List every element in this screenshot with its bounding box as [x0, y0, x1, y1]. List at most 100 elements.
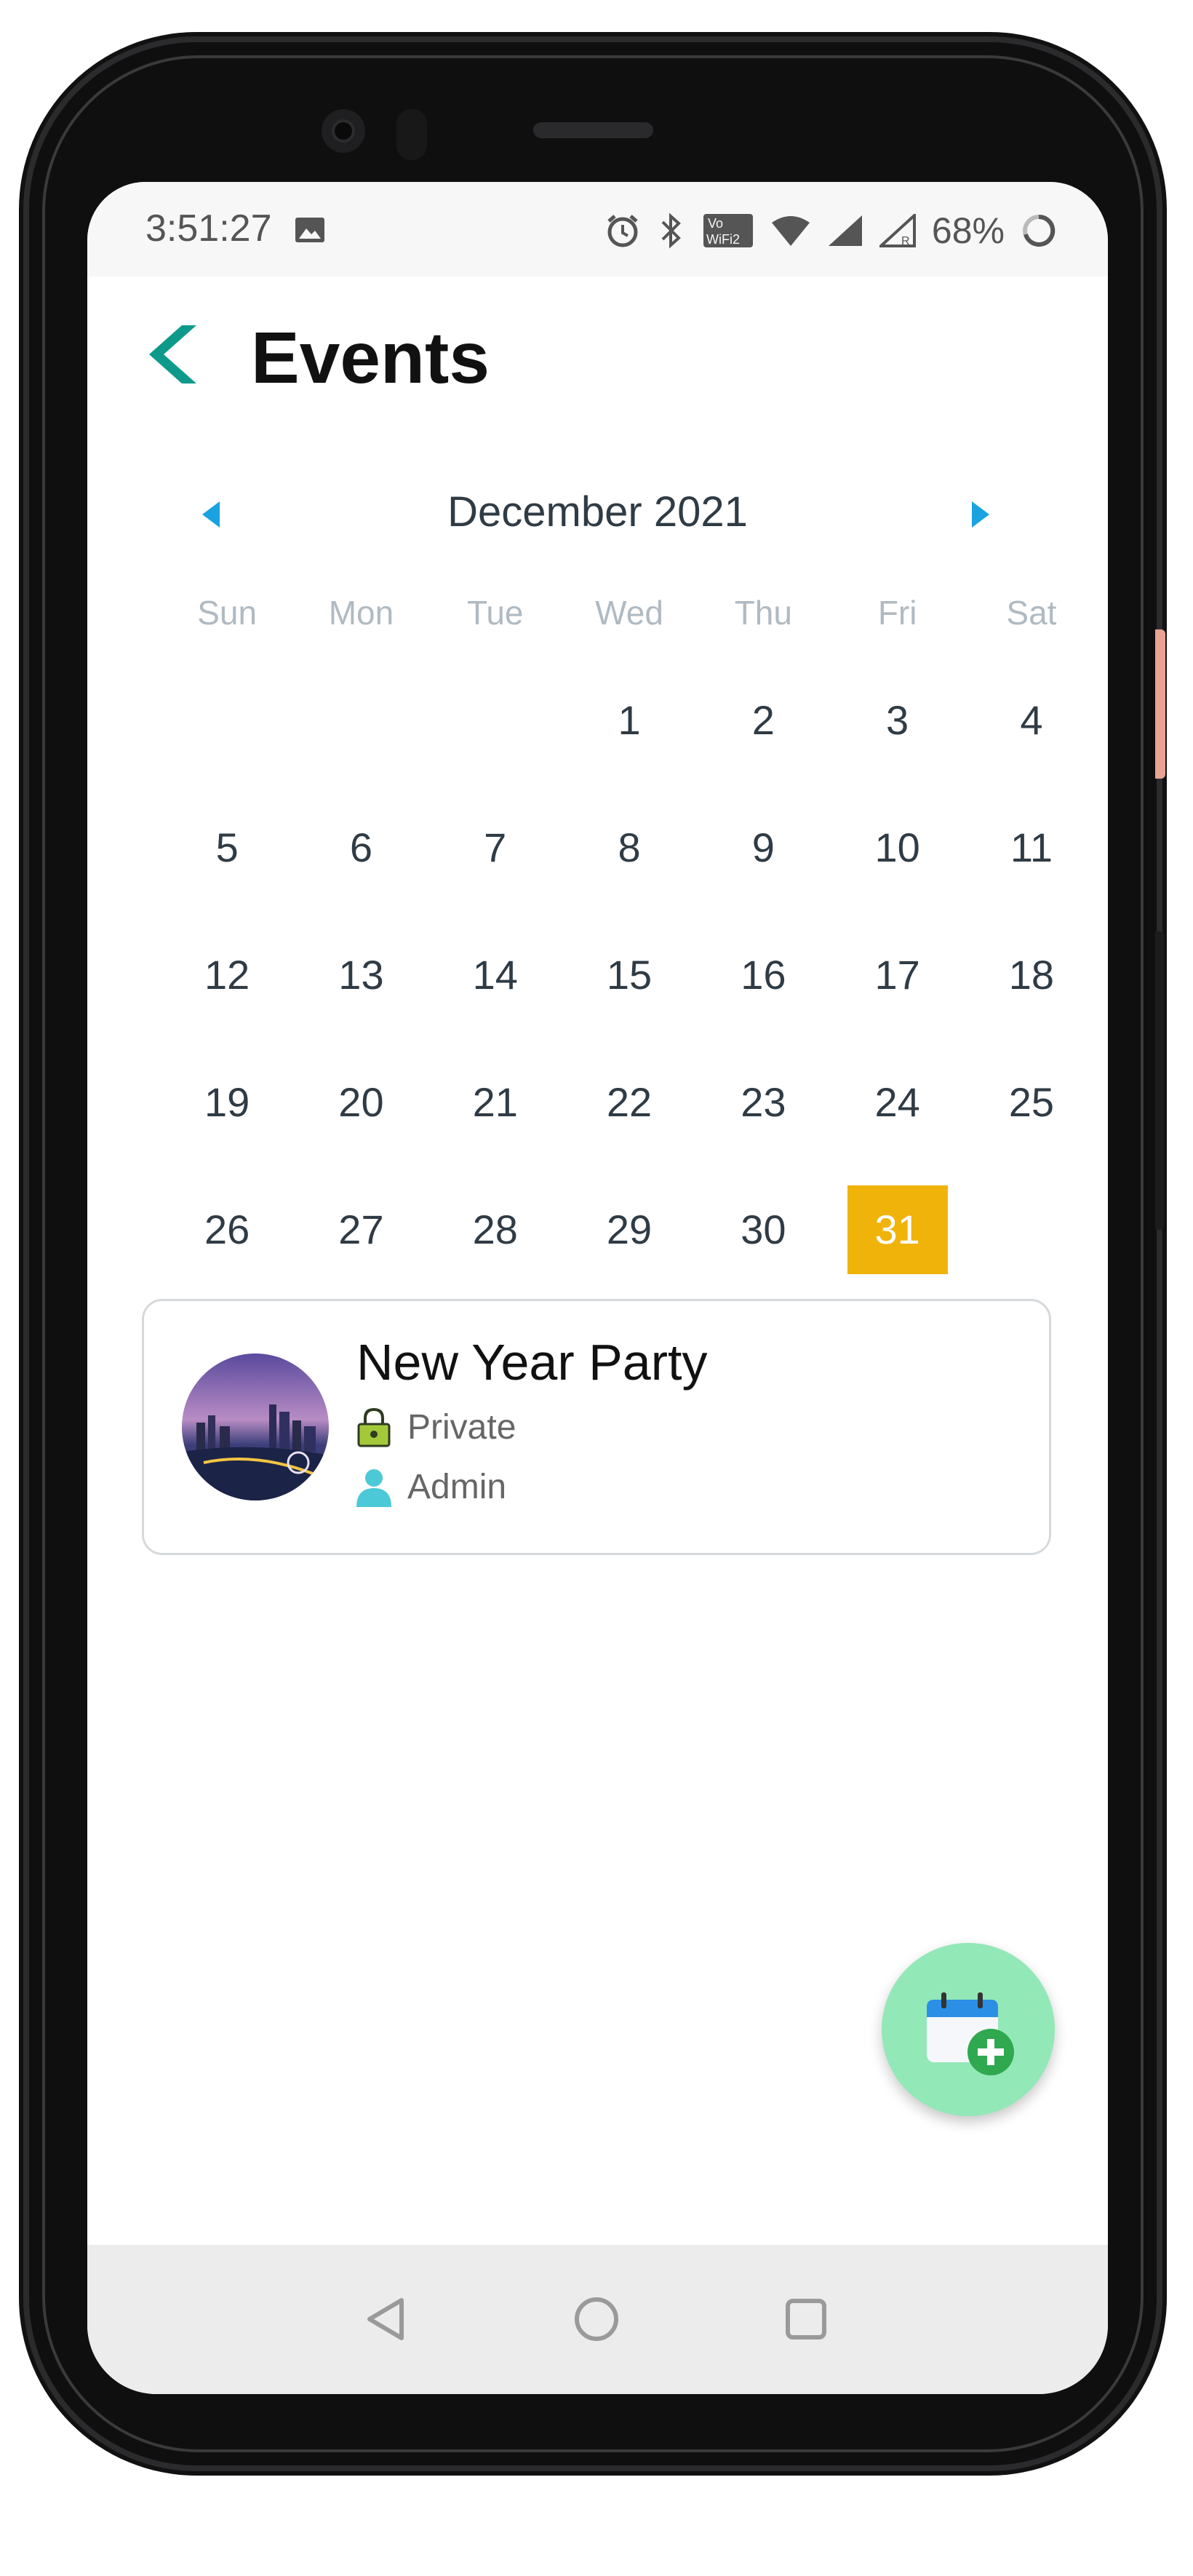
calendar-day-number: 31: [847, 1185, 948, 1274]
calendar-day-number: 17: [874, 952, 920, 998]
calendar-day[interactable]: 16: [696, 939, 830, 1066]
calendar-day-number: 6: [349, 824, 373, 870]
calendar-day-number: 24: [874, 1079, 920, 1125]
event-owner-label: Admin: [407, 1468, 507, 1506]
recents-square-icon[interactable]: [784, 2297, 828, 2341]
calendar-day[interactable]: 15: [562, 939, 696, 1066]
weekday-label: Sat: [1006, 594, 1057, 632]
status-icons: Vo WiFi2 R 68%: [605, 210, 1057, 252]
calendar-day-empty: [428, 684, 562, 811]
calendar-day[interactable]: 9: [696, 811, 830, 939]
month-label: December 2021: [447, 488, 748, 536]
calendar-day[interactable]: 7: [428, 811, 562, 939]
calendar-day[interactable]: 18: [965, 939, 1098, 1066]
calendar-day[interactable]: 19: [160, 1066, 294, 1193]
vowifi-icon: Vo WiFi2: [703, 214, 753, 247]
calendar-day[interactable]: 4: [965, 684, 1098, 811]
weekday-label: Fri: [877, 594, 917, 632]
calendar-day-number: 10: [874, 824, 920, 870]
calendar-day[interactable]: 21: [428, 1066, 562, 1193]
calendar-day[interactable]: 5: [160, 811, 294, 939]
calendar-day[interactable]: 8: [562, 811, 696, 939]
calendar-day[interactable]: 11: [965, 811, 1098, 939]
add-event-button[interactable]: [882, 1943, 1055, 2116]
image-icon: [295, 218, 324, 242]
calendar-day-number: 4: [1020, 697, 1043, 743]
page-title: Events: [251, 317, 490, 399]
calendar-day-empty: [294, 684, 428, 811]
weekday-label: Sun: [197, 594, 258, 632]
calendar-day-empty: [160, 684, 294, 811]
calendar-day-number: 16: [741, 952, 786, 998]
status-bar: 3:51:27 Vo WiFi2 R 68%: [87, 182, 1108, 277]
calendar-day-number: 13: [338, 952, 384, 998]
event-privacy: Private: [356, 1407, 516, 1447]
weekday-label: Thu: [734, 594, 792, 632]
calendar-day[interactable]: 12: [160, 939, 294, 1066]
calendar-day-number: 19: [204, 1079, 250, 1125]
proximity-sensor: [396, 109, 427, 160]
calendar-day-number: 18: [1008, 952, 1055, 998]
weekday-label: Mon: [328, 594, 394, 632]
calendar-day-number: 29: [606, 1206, 653, 1252]
caret-left-icon[interactable]: [196, 498, 226, 530]
calendar-day[interactable]: 1: [562, 684, 696, 811]
home-circle-icon[interactable]: [573, 2296, 620, 2342]
calendar-day[interactable]: 22: [562, 1066, 696, 1193]
weekday-label: Tue: [466, 594, 524, 632]
calendar-days-grid: 1 2 3 4 5 6 7 8 9 10 11 12 13 14 15 16 17 18 19 20 21 22 23 24 2…: [160, 684, 1098, 1321]
calendar-day-number: 23: [741, 1079, 786, 1125]
signal-icon: [828, 215, 862, 246]
signal-r-icon: R: [879, 214, 916, 247]
calendar-day[interactable]: 6: [294, 811, 428, 939]
event-privacy-label: Private: [407, 1407, 516, 1447]
screen: 3:51:27 Vo WiFi2 R 68% Events December 2…: [87, 182, 1108, 2394]
battery-ring-icon: [1023, 214, 1056, 247]
calendar-day-number: 2: [751, 697, 775, 743]
event-card[interactable]: New Year Party Private Admin: [142, 1299, 1051, 1555]
calendar-day-number: 25: [1008, 1079, 1055, 1125]
user-icon: [356, 1468, 391, 1507]
calendar-day-number: 20: [338, 1079, 384, 1125]
front-camera: [322, 109, 365, 153]
calendar-day-number: 7: [484, 824, 507, 870]
event-owner: Admin: [356, 1467, 506, 1507]
svg-text:WiFi2: WiFi2: [706, 232, 740, 247]
bluetooth-icon: [661, 212, 681, 249]
calendar-day[interactable]: 2: [696, 684, 830, 811]
lock-icon: [357, 1407, 391, 1447]
calendar-month-nav: December 2021: [87, 480, 1108, 546]
calendar-day-number: 22: [606, 1079, 653, 1125]
wifi-icon: [771, 216, 810, 246]
calendar-day[interactable]: 10: [830, 811, 964, 939]
calendar-day[interactable]: 25: [965, 1066, 1098, 1193]
calendar-day[interactable]: 23: [696, 1066, 830, 1193]
calendar-day[interactable]: 13: [294, 939, 428, 1066]
calendar-day-number: 5: [215, 824, 239, 870]
event-thumbnail: [182, 1353, 329, 1500]
calendar-day[interactable]: 17: [830, 939, 964, 1066]
volume-button: [1155, 931, 1164, 1230]
earpiece-speaker: [533, 122, 653, 138]
svg-text:Vo: Vo: [708, 216, 723, 231]
calendar-day-number: 12: [204, 952, 250, 998]
calendar-day-number: 11: [1010, 824, 1053, 870]
calendar-day[interactable]: 24: [830, 1066, 964, 1193]
calendar-day-number: 8: [618, 824, 641, 870]
calendar-day[interactable]: 3: [830, 684, 964, 811]
calendar-day-number: 21: [472, 1079, 518, 1125]
calendar-day-number: 26: [204, 1206, 250, 1252]
calendar-day[interactable]: 14: [428, 939, 562, 1066]
calendar-day-number: 30: [741, 1206, 786, 1252]
calendar-day-number: 28: [472, 1206, 518, 1252]
power-button: [1155, 629, 1165, 779]
calendar-day-number: 15: [606, 952, 653, 998]
weekday-header: Sun Mon Tue Wed Thu Fri Sat: [160, 593, 1098, 632]
calendar-day[interactable]: 20: [294, 1066, 428, 1193]
caret-right-icon[interactable]: [966, 498, 995, 530]
calendar-day-number: 27: [338, 1206, 384, 1252]
calendar-day-number: 9: [751, 824, 775, 870]
back-triangle-icon[interactable]: [364, 2296, 407, 2342]
calendar-add-icon: [927, 1992, 1014, 2075]
chevron-left-icon[interactable]: [145, 322, 211, 387]
